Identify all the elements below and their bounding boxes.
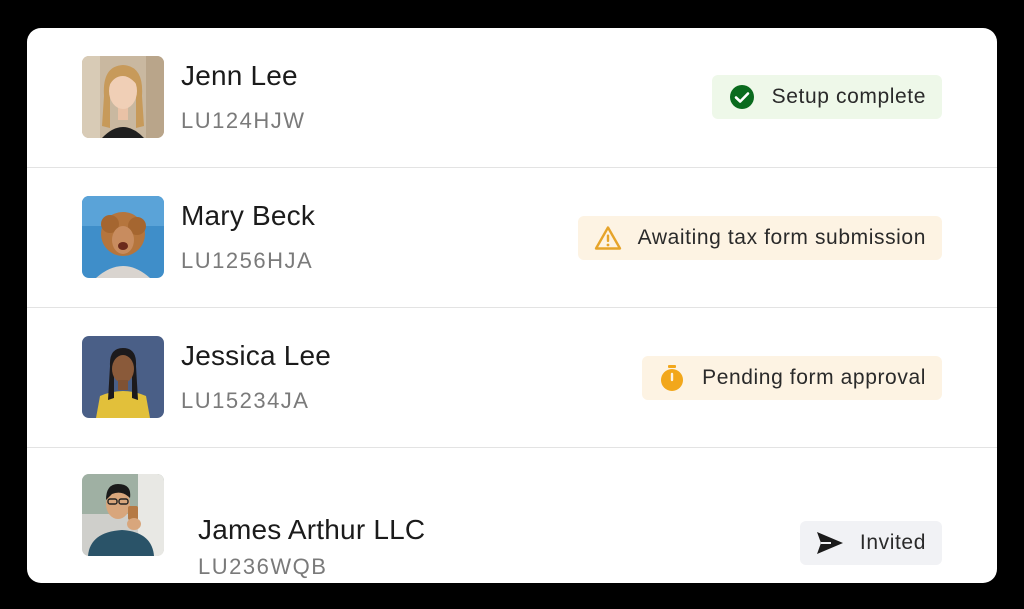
status-badge: Setup complete (711, 75, 942, 119)
contact-name: Jenn Lee (181, 60, 298, 91)
contact-name: Jessica Lee (181, 340, 332, 371)
warning-triangle-icon (594, 224, 622, 252)
contact-code: LU1256HJA (181, 248, 314, 273)
list-item[interactable]: James Arthur LLC LU236WQB Invited (27, 448, 997, 583)
status-label: Pending form approval (702, 366, 926, 389)
status-label: Setup complete (771, 85, 926, 108)
avatar (82, 336, 164, 418)
avatar (82, 474, 164, 556)
contact-code: LU15234JA (181, 388, 310, 413)
stopwatch-icon (658, 364, 686, 392)
contacts-card: Jenn Lee LU124HJW Setup complete Mary Be… (27, 28, 997, 583)
contact-code: LU124HJW (181, 108, 306, 133)
status-badge: Pending form approval (642, 356, 942, 400)
list-item[interactable]: Jessica Lee LU15234JA Pending form appro… (27, 308, 997, 448)
list-item[interactable]: Mary Beck LU1256HJA Awaiting tax form su… (27, 168, 997, 308)
list-item[interactable]: Jenn Lee LU124HJW Setup complete (27, 28, 997, 168)
contact-code: LU236WQB (198, 554, 328, 579)
status-badge: Invited (799, 521, 942, 565)
status-badge: Awaiting tax form submission (577, 216, 942, 260)
status-label: Awaiting tax form submission (637, 226, 926, 249)
avatar (82, 196, 164, 278)
check-circle-icon (728, 83, 756, 111)
contact-name: Mary Beck (181, 200, 316, 231)
contact-name: James Arthur LLC (198, 514, 426, 545)
avatar (82, 56, 164, 138)
send-icon (816, 529, 844, 557)
status-label: Invited (859, 531, 926, 554)
